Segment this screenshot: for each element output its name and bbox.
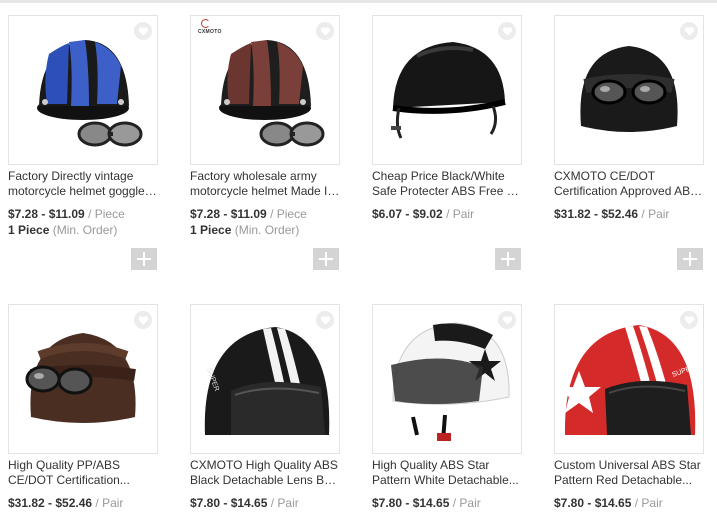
helmet-image	[391, 322, 510, 442]
heart-icon	[684, 315, 694, 325]
price-range: $31.82 - $52.46	[554, 207, 639, 221]
product-title[interactable]: Cheap Price Black/White Safe Protecter A…	[372, 169, 524, 199]
helmet-image	[25, 333, 136, 423]
favorite-button[interactable]	[680, 22, 698, 40]
favorite-button[interactable]	[134, 311, 152, 329]
price-unit: / Piece	[270, 207, 307, 221]
helmet-image	[219, 40, 325, 147]
add-button[interactable]	[495, 248, 521, 270]
heart-icon	[138, 26, 148, 36]
plus-icon	[137, 252, 151, 266]
product-title-line[interactable]: motorcycle helmet Made In...	[190, 184, 342, 199]
price-range: $7.80 - $14.65	[554, 496, 632, 510]
heart-icon	[138, 315, 148, 325]
heart-icon	[502, 315, 512, 325]
product-grid: Factory Directly vintage motorcycle helm…	[0, 0, 717, 514]
product-title[interactable]: Factory wholesale army motorcycle helmet…	[190, 169, 342, 199]
price-unit: / Pair	[641, 207, 670, 221]
product-price: $7.28 - $11.09 / Piece	[190, 207, 307, 221]
price-unit: / Piece	[88, 207, 125, 221]
product-title-line[interactable]: CXMOTO CE/DOT	[554, 169, 706, 184]
product-image[interactable]: SUPER	[554, 304, 704, 454]
product-title[interactable]: CXMOTO CE/DOT Certification Approved ABS…	[554, 169, 706, 199]
product-title[interactable]: CXMOTO High Quality ABS Black Detachable…	[190, 458, 342, 488]
helmet-image	[580, 46, 678, 132]
min-order: 1 Piece (Min. Order)	[190, 223, 299, 237]
product-image[interactable]: CXMOTO	[190, 15, 340, 165]
product-image[interactable]	[372, 304, 522, 454]
favorite-button[interactable]	[498, 22, 516, 40]
brand-logo: CXMOTO	[198, 19, 222, 35]
product-title[interactable]: High Quality ABS Star Pattern White Deta…	[372, 458, 524, 488]
min-order-label: (Min. Order)	[234, 223, 300, 237]
product-title-line[interactable]: Safe Protecter ABS Free Si...	[372, 184, 524, 199]
min-order-qty: 1 Piece	[8, 223, 50, 237]
product-title-line[interactable]: Factory wholesale army	[190, 169, 342, 184]
price-range: $7.80 - $14.65	[372, 496, 450, 510]
product-title-line[interactable]: Pattern Red Detachable...	[554, 473, 706, 488]
product-image[interactable]	[372, 15, 522, 165]
favorite-button[interactable]	[316, 22, 334, 40]
helmet-image: SUPER	[557, 325, 696, 435]
product-title-line[interactable]: CE/DOT Certification...	[8, 473, 160, 488]
product-title-line[interactable]: Factory Directly vintage	[8, 169, 160, 184]
product-image[interactable]	[554, 15, 704, 165]
helmet-image: SUPER	[204, 327, 330, 435]
product-price: $31.82 - $52.46 / Pair	[554, 207, 669, 221]
product-title-line[interactable]: High Quality ABS Star	[372, 458, 524, 473]
product-price: $7.80 - $14.65 / Pair	[190, 496, 299, 510]
min-order: 1 Piece (Min. Order)	[8, 223, 117, 237]
plus-icon	[501, 252, 515, 266]
product-price: $6.07 - $9.02 / Pair	[372, 207, 474, 221]
price-unit: / Pair	[452, 496, 481, 510]
favorite-button[interactable]	[134, 22, 152, 40]
favorite-button[interactable]	[498, 311, 516, 329]
product-image[interactable]	[8, 304, 158, 454]
price-unit: / Pair	[634, 496, 663, 510]
product-price: $7.80 - $14.65 / Pair	[554, 496, 663, 510]
add-button[interactable]	[313, 248, 339, 270]
heart-icon	[320, 26, 330, 36]
product-title-line[interactable]: CXMOTO High Quality ABS	[190, 458, 342, 473]
product-title[interactable]: High Quality PP/ABS CE/DOT Certification…	[8, 458, 160, 488]
product-title[interactable]: Custom Universal ABS Star Pattern Red De…	[554, 458, 706, 488]
product-title-line[interactable]: Pattern White Detachable...	[372, 473, 524, 488]
price-unit: / Pair	[446, 207, 475, 221]
product-title-line[interactable]: Cheap Price Black/White	[372, 169, 524, 184]
heart-icon	[502, 26, 512, 36]
plus-icon	[319, 252, 333, 266]
product-title-line[interactable]: Certification Approved ABS...	[554, 184, 706, 199]
product-image[interactable]	[8, 15, 158, 165]
add-button[interactable]	[677, 248, 703, 270]
helmet-image	[391, 42, 506, 139]
min-order-qty: 1 Piece	[190, 223, 232, 237]
product-price: $31.82 - $52.46 / Pair	[8, 496, 123, 510]
favorite-button[interactable]	[680, 311, 698, 329]
price-unit: / Pair	[95, 496, 124, 510]
product-title-line[interactable]: High Quality PP/ABS	[8, 458, 160, 473]
price-range: $7.28 - $11.09	[190, 207, 267, 221]
add-button[interactable]	[131, 248, 157, 270]
product-title[interactable]: Factory Directly vintage motorcycle helm…	[8, 169, 160, 199]
heart-icon	[320, 315, 330, 325]
favorite-button[interactable]	[316, 311, 334, 329]
product-price: $7.28 - $11.09 / Piece	[8, 207, 125, 221]
product-title-line[interactable]: motorcycle helmet goggles...	[8, 184, 160, 199]
min-order-label: (Min. Order)	[52, 223, 118, 237]
product-title-line[interactable]: Custom Universal ABS Star	[554, 458, 706, 473]
product-price: $7.80 - $14.65 / Pair	[372, 496, 481, 510]
price-range: $31.82 - $52.46	[8, 496, 93, 510]
product-title-line[interactable]: Black Detachable Lens Bas...	[190, 473, 342, 488]
heart-icon	[684, 26, 694, 36]
helmet-image	[37, 40, 143, 147]
product-image[interactable]: SUPER	[190, 304, 340, 454]
price-range: $6.07 - $9.02	[372, 207, 443, 221]
price-unit: / Pair	[270, 496, 299, 510]
plus-icon	[683, 252, 697, 266]
price-range: $7.80 - $14.65	[190, 496, 268, 510]
price-range: $7.28 - $11.09	[8, 207, 85, 221]
